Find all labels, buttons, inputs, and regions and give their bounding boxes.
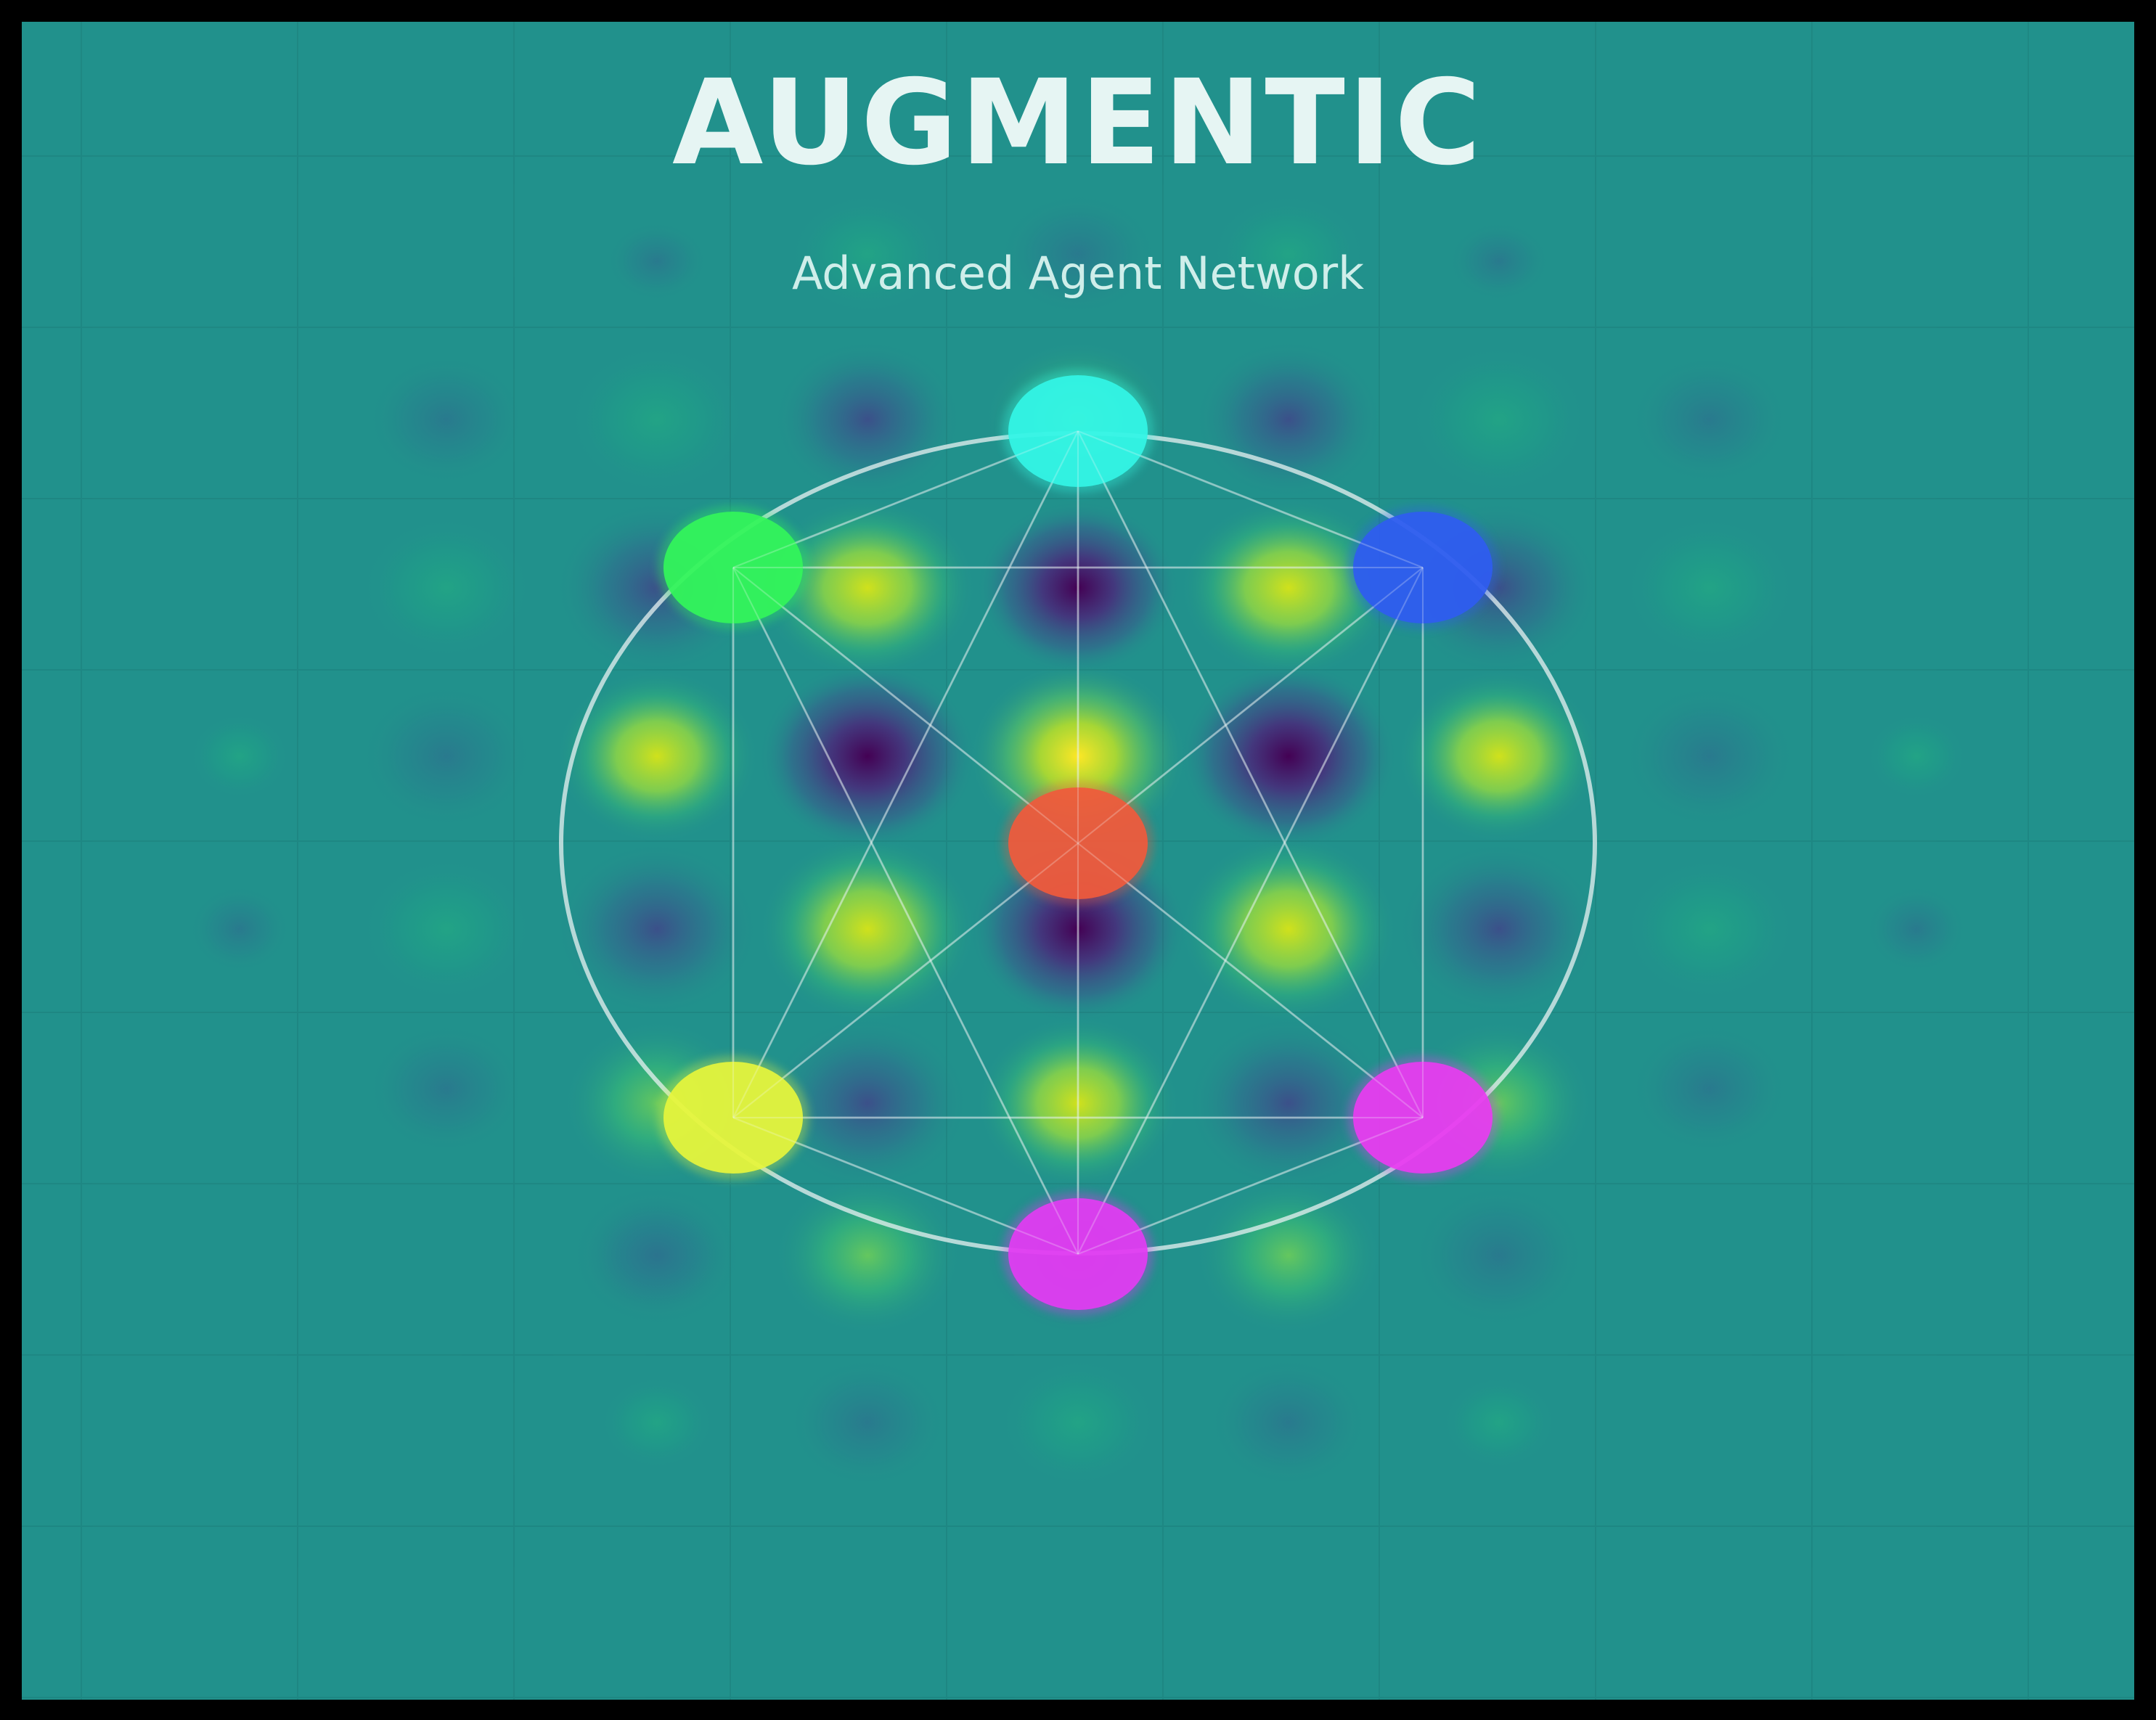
page-title: AUGMENTIC [672,55,1484,192]
image-frame: AUGMENTIC Advanced Agent Network [0,0,2156,1720]
network-graphic: AUGMENTIC Advanced Agent Network [22,22,2134,1700]
page-subtitle: Advanced Agent Network [792,247,1364,300]
poster-panel: AUGMENTIC Advanced Agent Network [22,22,2134,1700]
